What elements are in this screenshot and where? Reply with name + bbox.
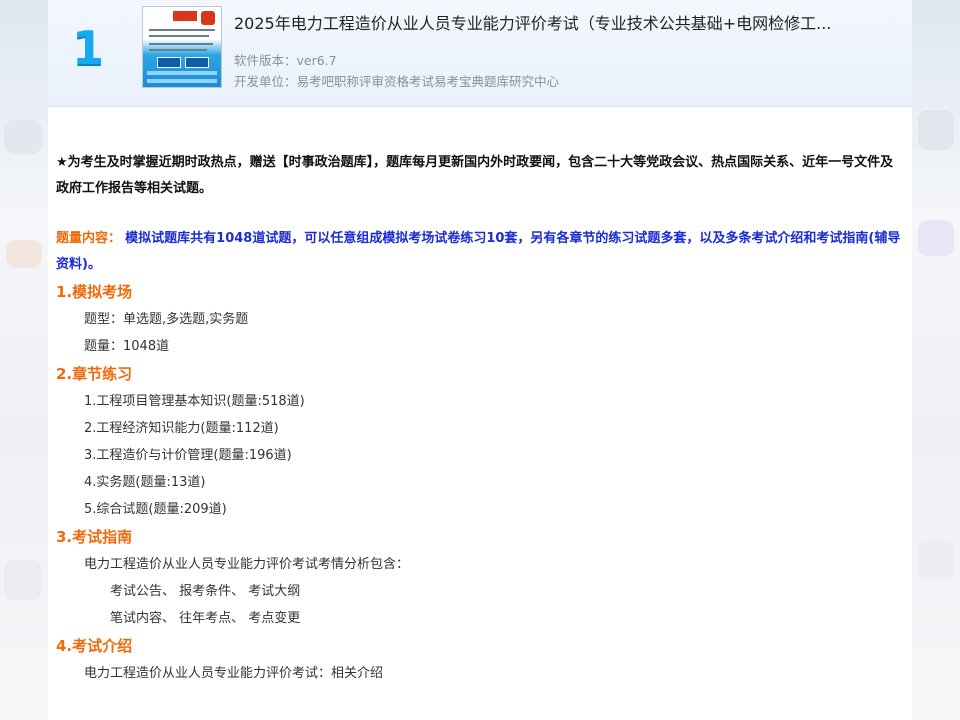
left-backdrop (0, 0, 48, 720)
intro-text: 模拟试题库共有1048道试题，可以任意组成模拟考场试卷练习10套，另有各章节的练… (56, 231, 901, 272)
rank-number: 1 (72, 21, 105, 75)
chapter-item: 2.工程经济知识能力(题量:112道) (84, 421, 279, 436)
chapter-item: 4.实务题(题量:13道) (84, 475, 206, 490)
question-content-summary: 题量内容： 模拟试题库共有1048道试题，可以任意组成模拟考场试卷练习10套，另… (56, 226, 902, 278)
mock-question-count: 题量：1048道 (84, 339, 170, 354)
mock-question-types: 题型：单选题,多选题,实务题 (84, 312, 249, 327)
guide-row: 考试公告、 报考条件、 考试大纲 (110, 584, 301, 599)
product-header[interactable]: 1 2025年电力工程造价从业人员专业能力评价考试（专业技术公共基础+电网检修工… (48, 0, 912, 107)
book-cover-image[interactable] (142, 6, 222, 88)
product-title[interactable]: 2025年电力工程造价从业人员专业能力评价考试（专业技术公共基础+电网检修工..… (234, 10, 894, 34)
section-chapter-practice-title: 2.章节练习 (56, 365, 133, 383)
product-description: ★为考生及时掌握近期时政热点，赠送【时事政治题库】，题库每月更新国内外时政要闻，… (56, 150, 902, 687)
software-version: 软件版本：ver6.7 (234, 53, 337, 68)
product-page: 1 2025年电力工程造价从业人员专业能力评价考试（专业技术公共基础+电网检修工… (48, 0, 912, 720)
politics-notice: ★为考生及时掌握近期时政热点，赠送【时事政治题库】，题库每月更新国内外时政要闻，… (56, 155, 894, 196)
section-exam-guide-title: 3.考试指南 (56, 528, 133, 546)
chapter-item: 5.综合试题(题量:209道) (84, 502, 227, 517)
guide-lead: 电力工程造价从业人员专业能力评价考试考情分析包含： (84, 557, 410, 572)
section-mock-exam-title: 1.模拟考场 (56, 283, 133, 301)
intro-label: 题量内容： (56, 231, 122, 246)
chapter-item: 1.工程项目管理基本知识(题量:518道) (84, 394, 305, 409)
exam-intro-lead: 电力工程造价从业人员专业能力评价考试：相关介绍 (84, 666, 384, 681)
section-exam-intro-title: 4.考试介绍 (56, 637, 133, 655)
chapter-item: 3.工程造价与计价管理(题量:196道) (84, 448, 292, 463)
right-backdrop (912, 0, 960, 720)
developer-info: 开发单位：易考吧职称评审资格考试易考宝典题库研究中心 (234, 74, 560, 89)
guide-row: 笔试内容、 往年考点、 考点变更 (110, 611, 301, 626)
